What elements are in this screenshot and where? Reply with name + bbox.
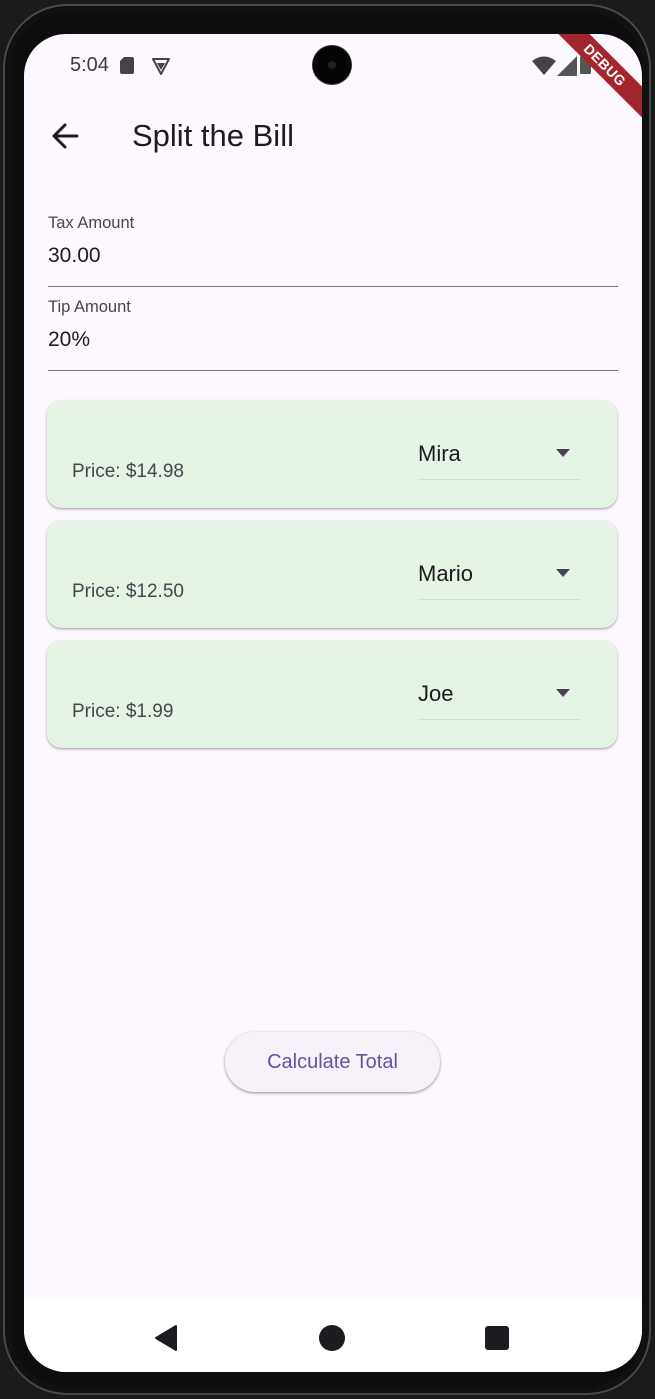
tip-amount-value[interactable]: 20%: [48, 328, 90, 352]
dropdown-arrow-icon: [556, 689, 570, 697]
item-price: Price: $1.99: [72, 701, 174, 722]
tip-amount-field[interactable]: Tip Amount 20%: [48, 286, 618, 371]
nav-recents-icon[interactable]: [484, 1325, 510, 1351]
dropdown-arrow-icon: [556, 569, 570, 577]
page-title: Split the Bill: [132, 118, 294, 153]
tax-amount-value[interactable]: 30.00: [48, 244, 101, 268]
back-button[interactable]: [42, 112, 90, 160]
calculate-total-button[interactable]: Calculate Total: [225, 1032, 440, 1092]
person-selected: Joe: [418, 681, 454, 706]
sd-card-icon: [120, 57, 134, 74]
tax-amount-label: Tax Amount: [48, 214, 135, 232]
status-bar: 5:04 DEBUG: [24, 34, 642, 126]
person-dropdown[interactable]: Mira: [418, 427, 581, 480]
item-card: Price: $1.99 Joe: [47, 641, 617, 748]
person-dropdown[interactable]: Mario: [418, 547, 581, 600]
item-price: Price: $14.98: [72, 461, 184, 482]
signal-icon: [557, 56, 577, 76]
shield-icon: [152, 58, 170, 75]
device-frame: 5:04 DEBUG Split the Bill Tax Amount 30.…: [3, 4, 651, 1395]
person-dropdown[interactable]: Joe: [418, 667, 581, 720]
nav-back-icon[interactable]: [152, 1324, 182, 1352]
wifi-icon: [532, 56, 556, 75]
item-card: Price: $14.98 Mira: [47, 401, 617, 508]
app-screen: 5:04 DEBUG Split the Bill Tax Amount 30.…: [24, 34, 642, 1372]
person-selected: Mira: [418, 441, 461, 466]
app-bar: Split the Bill: [24, 96, 642, 176]
system-nav-bar: [24, 1300, 642, 1372]
arrow-left-icon: [52, 123, 79, 149]
tax-amount-field[interactable]: Tax Amount 30.00: [48, 202, 618, 287]
dropdown-arrow-icon: [556, 449, 570, 457]
item-price: Price: $12.50: [72, 581, 184, 602]
status-time: 5:04: [70, 54, 109, 76]
person-selected: Mario: [418, 561, 474, 586]
nav-home-icon[interactable]: [318, 1324, 346, 1352]
tip-amount-label: Tip Amount: [48, 298, 131, 316]
item-card: Price: $12.50 Mario: [47, 521, 617, 628]
front-camera-icon: [313, 46, 351, 84]
